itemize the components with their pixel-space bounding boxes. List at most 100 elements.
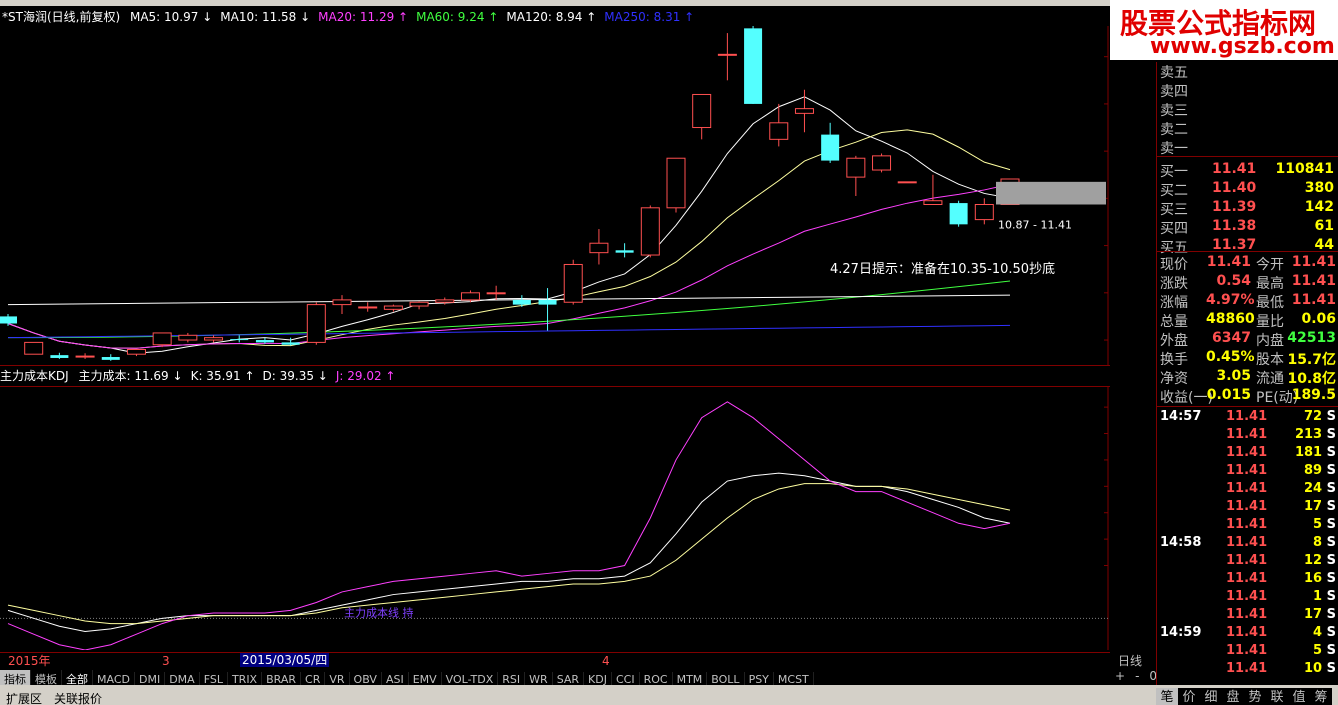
order-label: 卖四 — [1160, 84, 1188, 100]
order-row[interactable]: 买四 11.38 61 — [1160, 218, 1338, 237]
zoom-button-0[interactable]: + — [1115, 669, 1125, 683]
stat-value: 6347 — [1212, 330, 1251, 346]
stat-value: 4.97% — [1206, 292, 1255, 308]
kdj-chart[interactable]: 20.0030.0040.0050.0060.0070.0080.00主力成本线… — [0, 386, 1110, 650]
order-book-divider — [1156, 156, 1338, 157]
tick-row[interactable]: 11.41 12 S — [1160, 553, 1338, 571]
tick-side: S — [1326, 463, 1336, 478]
ma-legend-item-4: MA120: 8.94 ↑ — [506, 10, 597, 24]
axis-year: 2015年 — [8, 654, 51, 668]
detail-tab-4[interactable]: 势 — [1244, 688, 1266, 705]
order-label: 卖三 — [1160, 103, 1188, 119]
tick-price: 11.41 — [1226, 661, 1268, 676]
stat-label: 总量 — [1160, 314, 1188, 330]
stat-label: 换手 — [1160, 352, 1188, 368]
tick-row[interactable]: 11.41 213 S — [1160, 427, 1338, 445]
tick-row[interactable]: 11.41 16 S — [1160, 571, 1338, 589]
menu-bar: 系统 功能 报价 分析 资讯 工具 帮助 — [0, 0, 1110, 17]
status-item-0[interactable]: 扩展区 — [6, 692, 42, 705]
tick-row[interactable]: 11.41 24 S — [1160, 481, 1338, 499]
stats-row: 净资 3.05 流通 10.8亿 — [1160, 368, 1338, 387]
candle[interactable] — [872, 153, 892, 173]
detail-tab-5[interactable]: 联 — [1266, 688, 1288, 705]
candle[interactable] — [563, 259, 583, 305]
tick-price: 11.41 — [1226, 517, 1268, 532]
kdj-legend: 主力成本KDJ 主力成本: 11.69 ↓ K: 35.91 ↑ D: 39.35 … — [0, 369, 403, 385]
tick-volume: 1 S — [1313, 589, 1336, 604]
date-axis: 2015年 3 2015/03/05/四 4 日线 — [0, 652, 1142, 668]
panel-divider — [1156, 62, 1157, 685]
stat-value: 3.05 — [1216, 368, 1251, 384]
order-volume: 110841 — [1275, 161, 1334, 177]
stat-value: 0.015 — [1206, 387, 1251, 403]
stats-divider — [1156, 251, 1338, 252]
order-row[interactable]: 买三 11.39 142 — [1160, 199, 1338, 218]
candlestick-chart[interactable]: 8.009.0010.0011.0012.0013.0014.0014.807.… — [0, 26, 1110, 366]
order-row[interactable]: 卖二 — [1160, 119, 1338, 138]
zoom-controls: + -0 — [1110, 669, 1157, 683]
candle[interactable] — [640, 205, 660, 258]
axis-month-3: 3 — [162, 654, 170, 668]
candle[interactable] — [306, 302, 326, 345]
stat-label: 今开 — [1256, 257, 1284, 273]
tick-side: S — [1326, 643, 1336, 658]
order-label: 买一 — [1160, 164, 1188, 180]
tick-row[interactable]: 14:57 11.41 72 S — [1160, 409, 1338, 427]
order-row[interactable]: 买一 11.41 110841 — [1160, 161, 1338, 180]
candle[interactable] — [152, 332, 172, 348]
tick-row[interactable]: 11.41 5 S — [1160, 517, 1338, 535]
stat-value: 11.41 — [1206, 254, 1251, 270]
kdj-title: 主力成本KDJ — [0, 369, 69, 383]
tick-row[interactable]: 11.41 17 S — [1160, 499, 1338, 517]
tick-volume: 16 S — [1304, 571, 1336, 586]
tick-row[interactable]: 11.41 181 S — [1160, 445, 1338, 463]
order-label: 卖一 — [1160, 141, 1188, 157]
candle[interactable] — [897, 181, 917, 184]
stat-label: 涨幅 — [1160, 295, 1188, 311]
order-row[interactable]: 卖三 — [1160, 100, 1338, 119]
stat-value: 11.41 — [1291, 254, 1336, 270]
tick-row[interactable]: 11.41 89 S — [1160, 463, 1338, 481]
tick-volume: 24 S — [1304, 481, 1336, 496]
axis-month-4: 4 — [602, 654, 610, 668]
detail-tab-0[interactable]: 笔 — [1156, 688, 1178, 705]
tick-row[interactable]: 14:58 11.41 8 S — [1160, 535, 1338, 553]
tick-price: 11.41 — [1226, 589, 1268, 604]
tick-price: 11.41 — [1226, 409, 1268, 424]
stat-value: 0.54 — [1216, 273, 1251, 289]
zoom-button-1[interactable]: - — [1135, 669, 1139, 683]
order-row[interactable]: 卖四 — [1160, 81, 1338, 100]
candle[interactable] — [949, 200, 968, 227]
candle[interactable] — [24, 341, 44, 355]
order-volume: 142 — [1304, 199, 1334, 215]
stat-value: 10.8亿 — [1287, 371, 1336, 387]
indicator-tabs: 指标 模板 全部 MACD DMI DMA FSL TRIX BRAR CR VR OBV ASI EMV… — [0, 668, 1110, 688]
ma-legend-item-0: MA5: 10.97 ↓ — [129, 10, 213, 24]
detail-tabs: 笔价细盘势联值筹 — [1156, 686, 1338, 705]
status-item-1[interactable]: 关联报价 — [54, 692, 102, 705]
tick-row[interactable]: 11.41 1 S — [1160, 589, 1338, 607]
tick-row[interactable]: 11.41 10 S — [1160, 661, 1338, 679]
kdj-annotation: 主力成本线 持 — [344, 605, 414, 619]
tick-volume: 17 S — [1304, 607, 1336, 622]
tick-row[interactable]: 14:59 11.41 4 S — [1160, 625, 1338, 643]
tick-row[interactable]: 11.41 17 S — [1160, 607, 1338, 625]
candle[interactable] — [666, 157, 686, 213]
candle[interactable] — [744, 26, 763, 104]
order-row[interactable]: 买二 11.40 380 — [1160, 180, 1338, 199]
detail-tab-7[interactable]: 筹 — [1310, 688, 1332, 705]
tick-row[interactable]: 11.41 5 S — [1160, 643, 1338, 661]
order-label: 买四 — [1160, 221, 1188, 237]
order-row[interactable]: 卖一 — [1160, 138, 1338, 157]
stat-label: 收益(一) — [1160, 390, 1213, 406]
order-row[interactable]: 卖五 — [1160, 62, 1338, 81]
detail-tab-1[interactable]: 价 — [1178, 688, 1200, 705]
order-volume: 380 — [1304, 180, 1334, 196]
detail-tab-6[interactable]: 值 — [1288, 688, 1310, 705]
tick-price: 11.41 — [1226, 607, 1268, 622]
detail-tab-2[interactable]: 细 — [1200, 688, 1222, 705]
stat-value: 48860 — [1206, 311, 1255, 327]
detail-tab-3[interactable]: 盘 — [1222, 688, 1244, 705]
tick-volume: 72 S — [1304, 409, 1336, 424]
order-label: 卖二 — [1160, 122, 1188, 138]
